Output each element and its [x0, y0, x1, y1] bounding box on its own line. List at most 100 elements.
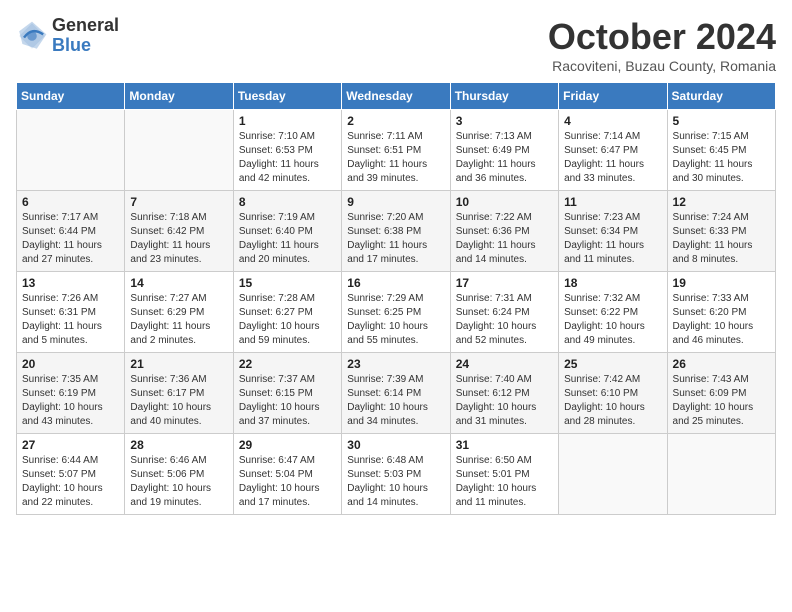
day-info: Sunrise: 7:24 AM Sunset: 6:33 PM Dayligh… [673, 211, 770, 267]
title-block: October 2024 Racoviteni, Buzau County, R… [548, 16, 776, 74]
day-number: 29 [239, 438, 336, 452]
day-number: 20 [22, 357, 119, 371]
day-header-tuesday: Tuesday [233, 83, 341, 110]
day-info: Sunrise: 7:17 AM Sunset: 6:44 PM Dayligh… [22, 211, 119, 267]
day-number: 14 [130, 276, 227, 290]
day-info: Sunrise: 7:20 AM Sunset: 6:38 PM Dayligh… [347, 211, 444, 267]
day-info: Sunrise: 7:37 AM Sunset: 6:15 PM Dayligh… [239, 373, 336, 429]
day-number: 9 [347, 195, 444, 209]
day-info: Sunrise: 7:18 AM Sunset: 6:42 PM Dayligh… [130, 211, 227, 267]
day-number: 30 [347, 438, 444, 452]
calendar-cell: 3 Sunrise: 7:13 AM Sunset: 6:49 PM Daylig… [450, 110, 558, 191]
day-number: 3 [456, 114, 553, 128]
calendar-cell: 12 Sunrise: 7:24 AM Sunset: 6:33 PM Dayli… [667, 191, 775, 272]
day-info: Sunrise: 7:31 AM Sunset: 6:24 PM Dayligh… [456, 292, 553, 348]
day-info: Sunrise: 7:13 AM Sunset: 6:49 PM Dayligh… [456, 130, 553, 186]
calendar-header: SundayMondayTuesdayWednesdayThursdayFrid… [17, 83, 776, 110]
day-info: Sunrise: 7:29 AM Sunset: 6:25 PM Dayligh… [347, 292, 444, 348]
day-number: 10 [456, 195, 553, 209]
day-info: Sunrise: 6:48 AM Sunset: 5:03 PM Dayligh… [347, 454, 444, 510]
day-header-friday: Friday [559, 83, 667, 110]
day-info: Sunrise: 6:47 AM Sunset: 5:04 PM Dayligh… [239, 454, 336, 510]
day-info: Sunrise: 6:44 AM Sunset: 5:07 PM Dayligh… [22, 454, 119, 510]
calendar-cell: 24 Sunrise: 7:40 AM Sunset: 6:12 PM Dayli… [450, 353, 558, 434]
calendar-cell: 4Sunrise: 7:14 AM Sunset: 6:47 PM Daylig… [559, 110, 667, 191]
day-number: 12 [673, 195, 770, 209]
calendar-cell: 26Sunrise: 7:43 AM Sunset: 6:09 PM Dayli… [667, 353, 775, 434]
day-number: 21 [130, 357, 227, 371]
calendar-cell: 11 Sunrise: 7:23 AM Sunset: 6:34 PM Dayli… [559, 191, 667, 272]
day-number: 19 [673, 276, 770, 290]
day-info: Sunrise: 7:14 AM Sunset: 6:47 PM Dayligh… [564, 130, 661, 186]
day-info: Sunrise: 7:27 AM Sunset: 6:29 PM Dayligh… [130, 292, 227, 348]
day-info: Sunrise: 7:35 AM Sunset: 6:19 PM Dayligh… [22, 373, 119, 429]
calendar-cell [559, 434, 667, 515]
day-info: Sunrise: 7:22 AM Sunset: 6:36 PM Dayligh… [456, 211, 553, 267]
month-title: October 2024 [548, 16, 776, 58]
day-number: 26 [673, 357, 770, 371]
day-info: Sunrise: 6:46 AM Sunset: 5:06 PM Dayligh… [130, 454, 227, 510]
day-number: 25 [564, 357, 661, 371]
calendar-cell: 14 Sunrise: 7:27 AM Sunset: 6:29 PM Dayli… [125, 272, 233, 353]
calendar-cell: 6 Sunrise: 7:17 AM Sunset: 6:44 PM Daylig… [17, 191, 125, 272]
calendar-cell: 29 Sunrise: 6:47 AM Sunset: 5:04 PM Dayli… [233, 434, 341, 515]
day-info: Sunrise: 7:26 AM Sunset: 6:31 PM Dayligh… [22, 292, 119, 348]
calendar-cell: 22 Sunrise: 7:37 AM Sunset: 6:15 PM Dayli… [233, 353, 341, 434]
day-info: Sunrise: 7:28 AM Sunset: 6:27 PM Dayligh… [239, 292, 336, 348]
calendar-week-2: 6 Sunrise: 7:17 AM Sunset: 6:44 PM Daylig… [17, 191, 776, 272]
calendar-cell [125, 110, 233, 191]
day-number: 24 [456, 357, 553, 371]
calendar-cell: 9 Sunrise: 7:20 AM Sunset: 6:38 PM Daylig… [342, 191, 450, 272]
calendar-cell: 18Sunrise: 7:32 AM Sunset: 6:22 PM Dayli… [559, 272, 667, 353]
page-header: General Blue October 2024 Racoviteni, Bu… [16, 16, 776, 74]
day-info: Sunrise: 7:42 AM Sunset: 6:10 PM Dayligh… [564, 373, 661, 429]
calendar-cell: 20 Sunrise: 7:35 AM Sunset: 6:19 PM Dayli… [17, 353, 125, 434]
logo-general: General [52, 16, 119, 36]
calendar-cell: 21Sunrise: 7:36 AM Sunset: 6:17 PM Dayli… [125, 353, 233, 434]
day-number: 31 [456, 438, 553, 452]
day-number: 11 [564, 195, 661, 209]
day-info: Sunrise: 7:40 AM Sunset: 6:12 PM Dayligh… [456, 373, 553, 429]
day-number: 6 [22, 195, 119, 209]
day-info: Sunrise: 6:50 AM Sunset: 5:01 PM Dayligh… [456, 454, 553, 510]
day-info: Sunrise: 7:32 AM Sunset: 6:22 PM Dayligh… [564, 292, 661, 348]
day-number: 17 [456, 276, 553, 290]
day-header-monday: Monday [125, 83, 233, 110]
calendar-cell: 2 Sunrise: 7:11 AM Sunset: 6:51 PM Daylig… [342, 110, 450, 191]
calendar-cell: 5 Sunrise: 7:15 AM Sunset: 6:45 PM Daylig… [667, 110, 775, 191]
calendar-cell: 25 Sunrise: 7:42 AM Sunset: 6:10 PM Dayli… [559, 353, 667, 434]
calendar-cell: 16Sunrise: 7:29 AM Sunset: 6:25 PM Dayli… [342, 272, 450, 353]
calendar-cell: 31 Sunrise: 6:50 AM Sunset: 5:01 PM Dayli… [450, 434, 558, 515]
day-info: Sunrise: 7:19 AM Sunset: 6:40 PM Dayligh… [239, 211, 336, 267]
calendar-week-5: 27Sunrise: 6:44 AM Sunset: 5:07 PM Dayli… [17, 434, 776, 515]
day-info: Sunrise: 7:11 AM Sunset: 6:51 PM Dayligh… [347, 130, 444, 186]
day-header-thursday: Thursday [450, 83, 558, 110]
day-number: 22 [239, 357, 336, 371]
location: Racoviteni, Buzau County, Romania [548, 58, 776, 74]
calendar-cell: 7Sunrise: 7:18 AM Sunset: 6:42 PM Daylig… [125, 191, 233, 272]
day-number: 23 [347, 357, 444, 371]
calendar-cell: 19Sunrise: 7:33 AM Sunset: 6:20 PM Dayli… [667, 272, 775, 353]
calendar-body: 1 Sunrise: 7:10 AM Sunset: 6:53 PM Daylig… [17, 110, 776, 515]
day-number: 5 [673, 114, 770, 128]
day-number: 8 [239, 195, 336, 209]
day-info: Sunrise: 7:23 AM Sunset: 6:34 PM Dayligh… [564, 211, 661, 267]
day-info: Sunrise: 7:39 AM Sunset: 6:14 PM Dayligh… [347, 373, 444, 429]
day-number: 2 [347, 114, 444, 128]
day-info: Sunrise: 7:10 AM Sunset: 6:53 PM Dayligh… [239, 130, 336, 186]
day-number: 28 [130, 438, 227, 452]
day-number: 1 [239, 114, 336, 128]
calendar-cell: 13Sunrise: 7:26 AM Sunset: 6:31 PM Dayli… [17, 272, 125, 353]
calendar-cell: 30 Sunrise: 6:48 AM Sunset: 5:03 PM Dayli… [342, 434, 450, 515]
calendar-cell: 8 Sunrise: 7:19 AM Sunset: 6:40 PM Daylig… [233, 191, 341, 272]
logo: General Blue [16, 16, 119, 56]
day-header-wednesday: Wednesday [342, 83, 450, 110]
calendar-cell: 10 Sunrise: 7:22 AM Sunset: 6:36 PM Dayli… [450, 191, 558, 272]
day-info: Sunrise: 7:15 AM Sunset: 6:45 PM Dayligh… [673, 130, 770, 186]
day-number: 15 [239, 276, 336, 290]
header-row: SundayMondayTuesdayWednesdayThursdayFrid… [17, 83, 776, 110]
calendar-cell: 23 Sunrise: 7:39 AM Sunset: 6:14 PM Dayli… [342, 353, 450, 434]
day-header-saturday: Saturday [667, 83, 775, 110]
calendar-cell: 27Sunrise: 6:44 AM Sunset: 5:07 PM Dayli… [17, 434, 125, 515]
calendar-cell: 28 Sunrise: 6:46 AM Sunset: 5:06 PM Dayli… [125, 434, 233, 515]
